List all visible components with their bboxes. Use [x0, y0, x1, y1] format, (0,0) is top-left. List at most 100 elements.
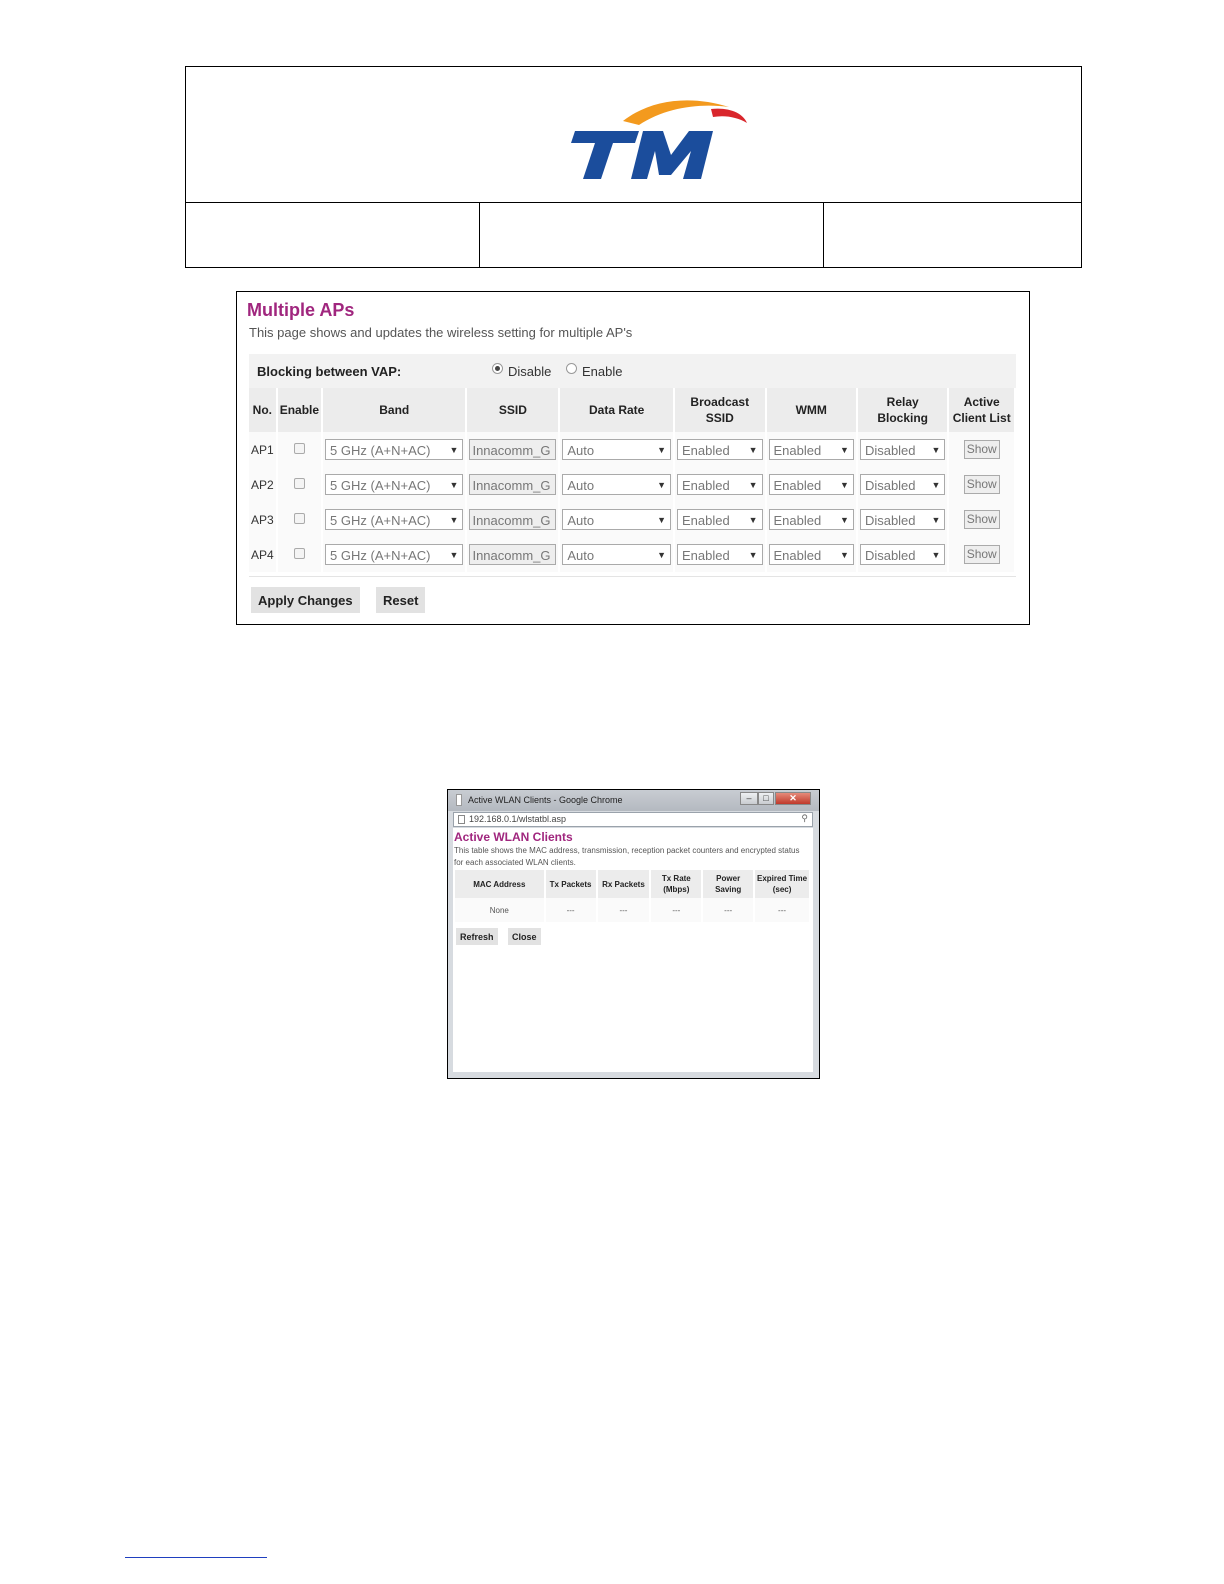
enable-checkbox[interactable]: [293, 442, 305, 454]
clients-table: MAC Address Tx Packets Rx Packets Tx Rate (M…: [455, 870, 811, 922]
relay-blocking-value: Disabled: [864, 513, 916, 528]
data-rate-cell: Auto ▼: [559, 432, 675, 467]
data-rate-select[interactable]: Auto ▼: [562, 509, 671, 530]
column-header-text: Data Rate: [589, 403, 645, 417]
dropdown-arrow-icon: ▼: [657, 445, 666, 455]
maximize-icon[interactable]: □: [758, 792, 774, 805]
wmm-select[interactable]: Enabled ▼: [768, 509, 854, 530]
blocking-disable-radio[interactable]: [492, 363, 503, 374]
ssid-cell: Innacomm_G: [466, 432, 561, 467]
ssid-input[interactable]: Innacomm_G: [469, 544, 557, 565]
relay-blocking-value: Disabled: [864, 443, 916, 458]
broadcast-ssid-cell: Enabled ▼: [674, 432, 767, 467]
apply-changes-button[interactable]: Apply Changes: [251, 587, 360, 613]
ssid-cell: Innacomm_G: [466, 537, 561, 572]
column-header-text: Enable: [279, 403, 320, 417]
column-header: Tx Rate (Mbps): [650, 870, 704, 898]
show-clients-button[interactable]: Show: [963, 440, 1000, 459]
popup-page: Active WLAN Clients This table shows the…: [453, 828, 813, 1072]
document-header-table: [185, 66, 1082, 268]
dropdown-arrow-icon: ▼: [449, 550, 459, 560]
broadcast-ssid-value: Enabled: [682, 478, 730, 493]
broadcast-ssid-select[interactable]: Enabled ▼: [677, 509, 763, 530]
broadcast-ssid-select[interactable]: Enabled ▼: [677, 544, 763, 565]
close-button[interactable]: Close: [508, 928, 541, 945]
wmm-select[interactable]: Enabled ▼: [768, 474, 854, 495]
window-titlebar: Active WLAN Clients - Google Chrome – □ …: [448, 790, 819, 811]
wmm-cell: Enabled ▼: [765, 467, 858, 502]
address-bar[interactable]: 192.168.0.1/wlstatbl.asp ⚲: [453, 812, 813, 827]
multiple-aps-screenshot: Multiple APs This page shows and updates…: [236, 291, 1030, 625]
broadcast-ssid-select[interactable]: Enabled ▼: [677, 474, 763, 495]
column-header-text: Saving: [715, 885, 742, 894]
column-header-text: (sec): [772, 885, 792, 894]
column-header: Active Client List: [948, 388, 1016, 432]
logo-cell: [186, 67, 1081, 203]
show-clients-button[interactable]: Show: [963, 545, 1000, 564]
dropdown-arrow-icon: ▼: [449, 515, 459, 525]
wmm-select[interactable]: Enabled ▼: [768, 544, 854, 565]
ssid-input[interactable]: Innacomm_G: [469, 439, 557, 460]
relay-blocking-cell: Disabled ▼: [856, 432, 950, 467]
band-select[interactable]: 5 GHz (A+N+AC) ▼: [325, 509, 464, 530]
header-cell-2: [480, 203, 824, 268]
broadcast-ssid-value: Enabled: [682, 548, 730, 563]
enable-checkbox[interactable]: [293, 512, 305, 524]
column-header: Relay Blocking: [856, 388, 950, 432]
wmm-cell: Enabled ▼: [765, 432, 858, 467]
ssid-input[interactable]: Innacomm_G: [469, 509, 557, 530]
dropdown-arrow-icon: ▼: [449, 480, 459, 490]
dropdown-arrow-icon: ▼: [748, 445, 758, 455]
band-select[interactable]: 5 GHz (A+N+AC) ▼: [325, 544, 464, 565]
band-value: 5 GHz (A+N+AC): [330, 513, 431, 528]
show-clients-button[interactable]: Show: [963, 510, 1000, 529]
broadcast-ssid-cell: Enabled ▼: [674, 502, 767, 537]
relay-blocking-select[interactable]: Disabled ▼: [859, 544, 946, 565]
table-row: AP3 5 GHz (A+N+AC) ▼ Innacomm_G Auto ▼ Enabled…: [249, 502, 1016, 537]
client-list-cell: Show: [948, 502, 1016, 537]
enable-checkbox[interactable]: [293, 477, 305, 489]
enable-checkbox[interactable]: [293, 547, 305, 559]
table-cell: None: [455, 898, 546, 922]
data-rate-select[interactable]: Auto ▼: [562, 544, 671, 565]
ap-number: AP4: [249, 537, 278, 572]
column-header-text: No.: [252, 403, 273, 417]
minimize-icon[interactable]: –: [740, 792, 758, 805]
relay-blocking-value: Disabled: [864, 478, 916, 493]
tm-logo: [571, 100, 747, 179]
data-rate-cell: Auto ▼: [559, 467, 675, 502]
active-wlan-clients-window: Active WLAN Clients - Google Chrome – □ …: [447, 789, 820, 1079]
data-rate-select[interactable]: Auto ▼: [562, 439, 671, 460]
broadcast-ssid-select[interactable]: Enabled ▼: [677, 439, 763, 460]
table-cell: ---: [650, 898, 704, 922]
show-clients-button[interactable]: Show: [963, 475, 1000, 494]
page-title: Multiple APs: [247, 300, 355, 320]
table-header-row: No. Enable Band SSID Data Rate Broadcast SSID W…: [249, 388, 1016, 432]
blocking-enable-radio[interactable]: [566, 363, 577, 374]
ssid-input[interactable]: Innacomm_G: [469, 474, 557, 495]
reset-button[interactable]: Reset: [376, 587, 426, 613]
table-cell: ---: [544, 898, 598, 922]
data-rate-select[interactable]: Auto ▼: [562, 474, 671, 495]
blocking-between-vap-row: Blocking between VAP: Disable Enable: [249, 354, 1016, 388]
band-select[interactable]: 5 GHz (A+N+AC) ▼: [325, 439, 464, 460]
wmm-cell: Enabled ▼: [765, 502, 858, 537]
table-cell: ---: [754, 898, 811, 922]
band-cell: 5 GHz (A+N+AC) ▼: [322, 467, 468, 502]
relay-blocking-select[interactable]: Disabled ▼: [859, 509, 946, 530]
broadcast-ssid-cell: Enabled ▼: [674, 537, 767, 572]
client-list-cell: Show: [948, 537, 1016, 572]
dropdown-arrow-icon: ▼: [748, 480, 758, 490]
wmm-select[interactable]: Enabled ▼: [768, 439, 854, 460]
dropdown-arrow-icon: ▼: [449, 445, 459, 455]
data-rate-value: Auto: [567, 513, 595, 528]
popup-title: Active WLAN Clients: [454, 830, 573, 844]
band-value: 5 GHz (A+N+AC): [330, 548, 431, 563]
refresh-button[interactable]: Refresh: [456, 928, 498, 945]
page-description: This page shows and updates the wireless…: [249, 325, 633, 340]
band-select[interactable]: 5 GHz (A+N+AC) ▼: [325, 474, 464, 495]
relay-blocking-select[interactable]: Disabled ▼: [859, 474, 946, 495]
relay-blocking-select[interactable]: Disabled ▼: [859, 439, 946, 460]
table-cell: ---: [702, 898, 756, 922]
close-icon[interactable]: ✕: [775, 792, 811, 805]
